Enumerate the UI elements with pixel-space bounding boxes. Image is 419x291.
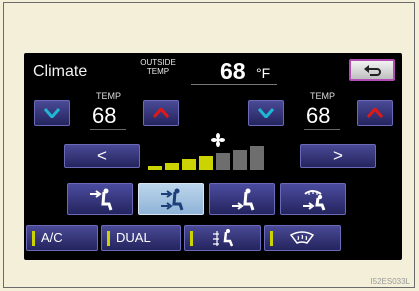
chevron-up-icon [366,106,384,118]
outside-temp-value: 68 [220,58,246,84]
fan-icon [211,133,225,147]
face-and-feet-icon [161,188,184,211]
front-defrost-indicator [270,231,273,246]
ac-button[interactable]: A/C [26,225,98,251]
passenger-temp-label: TEMP [310,91,336,101]
driver-temp-label: TEMP [96,91,122,101]
driver-temp-up-button[interactable] [143,100,179,126]
mode-face-feet-button[interactable] [138,183,204,215]
fan-speed-bar [165,162,179,170]
ac-label: A/C [41,230,63,245]
image-code: I52ES033L [370,277,410,286]
fan-speed-bar [199,156,213,170]
driver-temp-down-button[interactable] [34,100,70,126]
fan-speed-down-button[interactable]: < [64,144,140,168]
passenger-temp-value: 68 [306,103,331,128]
fan-speed-up-button[interactable]: > [300,144,376,168]
ac-indicator [32,231,35,246]
passenger-temp-underline [304,129,340,130]
dual-label: DUAL [116,230,151,245]
mode-face-button[interactable] [67,183,133,215]
mode-feet-button[interactable] [209,183,275,215]
fan-speed-bar [233,149,247,170]
outside-temp-unit: °F [256,65,271,81]
chevron-down-icon [257,108,275,120]
fan-speed-bar [148,166,162,170]
outside-temp-label: OUTSIDE TEMP [140,58,176,76]
chevron-up-icon [152,106,170,118]
face-vent-icon [90,188,113,211]
return-button[interactable] [349,59,395,81]
fan-speed-bar [250,146,264,170]
recirculation-indicator [190,231,193,246]
figure-frame: Climate OUTSIDE TEMP 68 °F TEMP 68 TEMP … [3,2,415,288]
recirculation-button[interactable] [184,225,261,251]
mode-feet-defrost-button[interactable] [280,183,346,215]
driver-temp-value: 68 [92,103,117,128]
front-defrost-button[interactable] [264,225,341,251]
feet-and-defrost-icon [303,190,326,211]
recirculation-icon [213,229,234,247]
dual-button[interactable]: DUAL [101,225,181,251]
climate-screen: Climate OUTSIDE TEMP 68 °F TEMP 68 TEMP … [24,53,402,260]
feet-vent-icon [232,188,255,211]
passenger-temp-down-button[interactable] [248,100,284,126]
driver-temp-underline [90,129,126,130]
windshield-defrost-icon [289,231,315,244]
fan-speed-bar [216,152,230,170]
chevron-down-icon [43,108,61,120]
passenger-temp-up-button[interactable] [357,100,393,126]
fan-speed-bar [182,159,196,170]
return-arrow-icon [364,65,381,76]
dual-indicator [107,231,110,246]
outside-temp-underline [191,84,277,85]
screen-title: Climate [33,63,88,80]
